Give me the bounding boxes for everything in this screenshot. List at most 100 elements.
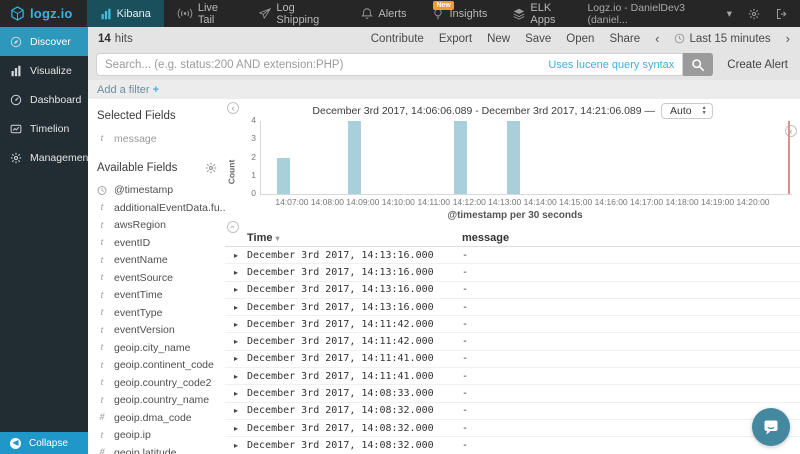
table-row[interactable]: ▸ December 3rd 2017, 14:11:41.000 - [225, 368, 800, 386]
expand-row-icon[interactable]: ▸ [225, 320, 247, 329]
table-row[interactable]: ▸ December 3rd 2017, 14:13:16.000 - [225, 282, 800, 299]
collapse-histogram-icon[interactable]: ‹ [227, 221, 239, 233]
expand-row-icon[interactable]: ▸ [225, 337, 247, 346]
new-button[interactable]: New [487, 33, 510, 45]
sidebar-item-discover[interactable]: Discover [0, 27, 88, 56]
expand-row-icon[interactable]: ▸ [225, 285, 247, 294]
field-item-geoip-city-name[interactable]: t geoip.city_name [97, 339, 219, 357]
field-item-message[interactable]: t message [97, 130, 219, 148]
nav-tab-label: Insights [449, 7, 488, 20]
chat-support-button[interactable] [752, 408, 790, 446]
time-column-header[interactable]: Time ▾ [247, 232, 462, 244]
field-item-geoip-dma-code[interactable]: # geoip.dma_code [97, 409, 219, 427]
field-item-timestamp[interactable]: @timestamp [97, 182, 219, 200]
time-forward-button[interactable]: › [786, 32, 790, 45]
row-time: December 3rd 2017, 14:08:32.000 [247, 422, 434, 434]
add-filter-plus-icon[interactable]: + [153, 84, 159, 96]
field-type-icon: t [100, 289, 104, 301]
histogram-bar[interactable] [507, 121, 521, 194]
nav-tab-log-shipping[interactable]: Log Shipping [246, 0, 348, 27]
sidebar-collapse-button[interactable]: ◀ Collapse [0, 432, 88, 454]
histogram-chart: Count 0 1 2 3 4 14:07:00 14:08:00 14:09:00 14:1… [225, 115, 800, 223]
create-alert-button[interactable]: Create Alert [713, 59, 792, 71]
chevron-down-icon: ▾ [726, 7, 732, 20]
histogram-bar[interactable] [454, 121, 468, 194]
message-column-header[interactable]: message [462, 232, 800, 244]
expand-row-icon[interactable]: ▸ [225, 389, 247, 398]
field-item-eventname[interactable]: t eventName [97, 252, 219, 270]
table-row[interactable]: ▸ December 3rd 2017, 14:11:41.000 - [225, 351, 800, 369]
table-row[interactable]: ▸ December 3rd 2017, 14:08:32.000 - [225, 420, 800, 438]
sign-out-icon[interactable] [776, 8, 788, 20]
field-item-eventversion[interactable]: t eventVersion [97, 322, 219, 340]
field-item-awsregion[interactable]: t awsRegion [97, 217, 219, 235]
field-item-eventtime[interactable]: t eventTime [97, 287, 219, 305]
lucene-syntax-link[interactable]: Uses lucene query syntax [548, 59, 674, 71]
expand-row-icon[interactable]: ▸ [225, 406, 247, 415]
field-name: geoip.city_name [114, 341, 191, 354]
time-range-picker[interactable]: Last 15 minutes [674, 33, 771, 45]
expand-row-icon[interactable]: ▸ [225, 268, 247, 277]
table-row[interactable]: ▸ December 3rd 2017, 14:08:32.000 - [225, 437, 800, 454]
save-button[interactable]: Save [525, 33, 551, 45]
nav-tab-live-tail[interactable]: Live Tail [164, 0, 247, 27]
expand-row-icon[interactable]: ▸ [225, 251, 247, 260]
share-button[interactable]: Share [609, 33, 640, 45]
nav-tab-insights[interactable]: New Insights [419, 0, 500, 27]
expand-row-icon[interactable]: ▸ [225, 441, 247, 450]
table-row[interactable]: ▸ December 3rd 2017, 14:13:16.000 - [225, 299, 800, 317]
search-button[interactable] [683, 53, 714, 76]
sidebar-item-dashboard[interactable]: Dashboard [0, 85, 88, 114]
histogram-bar[interactable] [277, 157, 291, 194]
sidebar-item-timelion[interactable]: Timelion [0, 114, 88, 143]
nav-tab-elk-apps[interactable]: ELK Apps [500, 0, 587, 27]
table-row[interactable]: ▸ December 3rd 2017, 14:13:16.000 - [225, 264, 800, 282]
histogram-bar[interactable] [348, 121, 361, 194]
histogram-plot-area[interactable]: 0 1 2 3 4 [251, 115, 792, 198]
field-name: geoip.country_name [114, 394, 210, 407]
field-item-geoip-continent-code[interactable]: t geoip.continent_code [97, 357, 219, 375]
gear-icon[interactable] [748, 8, 760, 20]
expand-row-icon[interactable]: ▸ [225, 372, 247, 381]
export-button[interactable]: Export [439, 33, 472, 45]
y-tick-label: 3 [251, 133, 256, 144]
nav-tab-alerts[interactable]: Alerts [348, 0, 419, 27]
interval-value: Auto [670, 105, 692, 117]
table-row[interactable]: ▸ December 3rd 2017, 14:11:42.000 - [225, 316, 800, 334]
table-row[interactable]: ▸ December 3rd 2017, 14:08:32.000 - [225, 403, 800, 420]
field-item-geoip-country-name[interactable]: t geoip.country_name [97, 392, 219, 410]
toolbar-actions: Contribute Export New Save Open Share ‹ Last … [371, 32, 790, 45]
interval-select[interactable]: Auto ▲ ▼ [661, 103, 713, 119]
field-settings-gear-icon[interactable] [205, 162, 219, 174]
search-input[interactable] [105, 58, 541, 71]
sidebar-item-management[interactable]: Management [0, 143, 91, 172]
logzio-logo[interactable]: logz.io [0, 0, 87, 27]
field-item-geoip-country-code2[interactable]: t geoip.country_code2 [97, 374, 219, 392]
account-menu[interactable]: Logz.io - DanielDev3 (daniel... ▾ [587, 2, 732, 26]
collapse-fields-icon[interactable]: ‹ [227, 102, 239, 114]
nav-tab-label: Kibana [116, 7, 151, 20]
add-filter-link[interactable]: Add a filter [97, 84, 150, 96]
field-item-geoip-ip[interactable]: t geoip.ip [97, 427, 219, 445]
contribute-button[interactable]: Contribute [371, 33, 424, 45]
fields-panel: Selected Fields t message Available Field… [88, 99, 225, 454]
field-item-geoip-latitude[interactable]: # geoip.latitude [97, 444, 219, 454]
time-back-button[interactable]: ‹ [655, 32, 659, 45]
table-row[interactable]: ▸ December 3rd 2017, 14:08:33.000 - [225, 385, 800, 403]
nav-tab-kibana[interactable]: Kibana [86, 0, 164, 27]
open-button[interactable]: Open [566, 33, 594, 45]
row-time: December 3rd 2017, 14:13:16.000 [247, 301, 434, 313]
expand-row-icon[interactable]: ▸ [225, 424, 247, 433]
field-item-eventsource[interactable]: t eventSource [97, 269, 219, 287]
table-row[interactable]: ▸ December 3rd 2017, 14:11:42.000 - [225, 333, 800, 351]
expand-row-icon[interactable]: ▸ [225, 303, 247, 312]
field-item-eventid[interactable]: t eventID [97, 234, 219, 252]
field-item-additionaleventdata-fu[interactable]: t additionalEventData.fu... [97, 199, 225, 217]
sidebar-item-label: Timelion [30, 122, 70, 135]
sidebar-item-visualize[interactable]: Visualize [0, 56, 88, 85]
table-row[interactable]: ▸ December 3rd 2017, 14:13:16.000 - [225, 247, 800, 265]
clock-icon [674, 33, 685, 44]
discover-results: ‹ ‹ ‹ December 3rd 2017, 14:06:06.089 - … [225, 99, 800, 454]
expand-row-icon[interactable]: ▸ [225, 354, 247, 363]
field-item-eventtype[interactable]: t eventType [97, 304, 219, 322]
